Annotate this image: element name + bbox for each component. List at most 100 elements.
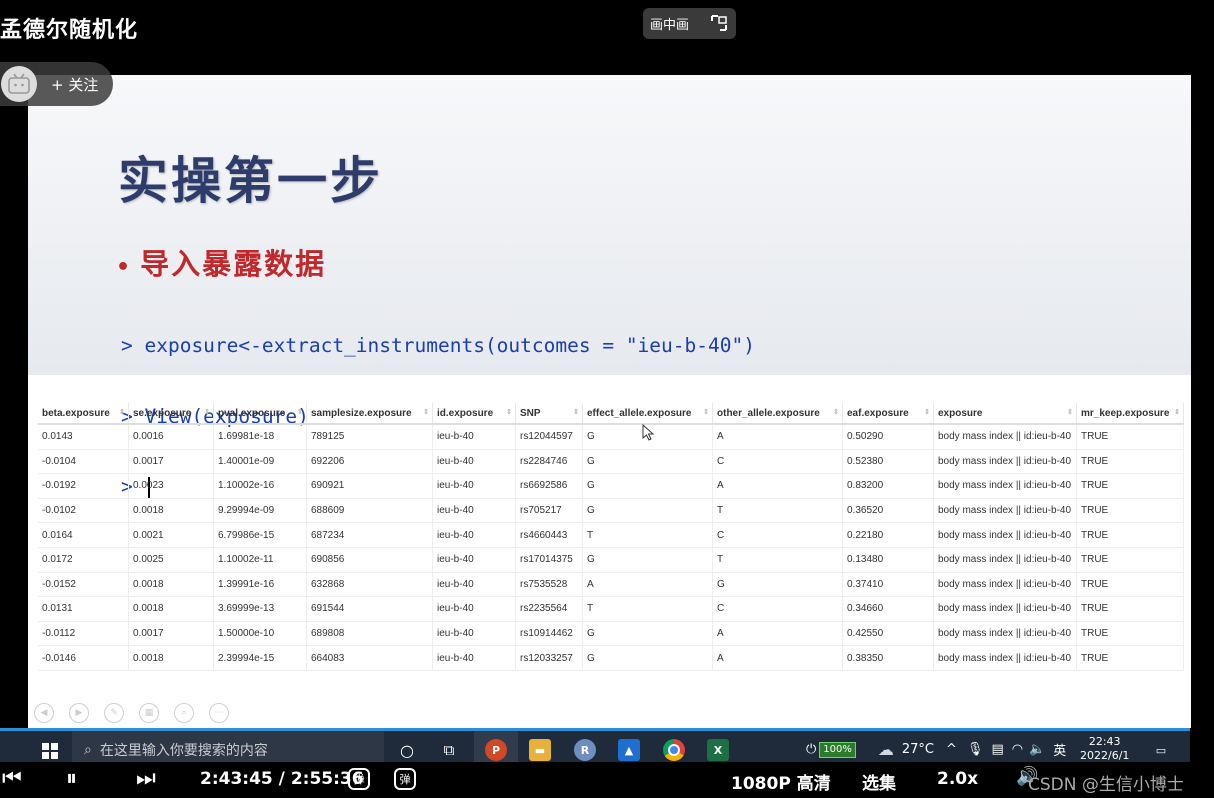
table-cell: ieu-b-40 (432, 522, 516, 548)
column-header[interactable]: samplesize.exposure ⇕ (306, 403, 433, 425)
column-header[interactable]: eaf.exposure ⇕ (842, 403, 934, 425)
zoom-icon[interactable]: ⌕ (174, 703, 194, 723)
column-header[interactable]: se.exposure ⇕ (128, 403, 214, 425)
notifications-icon[interactable]: ▭ (1150, 739, 1172, 761)
sort-arrows-icon[interactable]: ⇕ (1067, 408, 1073, 416)
volume-icon[interactable]: 🔈 (1029, 742, 1045, 757)
table-cell: T (712, 498, 843, 524)
table-cell: 0.0016 (128, 424, 214, 450)
table-cell: A (712, 645, 843, 671)
prev-slide-icon[interactable]: ◀ (34, 703, 54, 723)
excel-icon[interactable]: X (707, 739, 729, 761)
watermark: CSDN @生信小博士 (1028, 775, 1184, 795)
episodes-button[interactable]: 选集 (862, 769, 896, 794)
table-cell: ieu-b-40 (432, 645, 516, 671)
pen-icon[interactable]: ✎ (104, 703, 124, 723)
table-cell: body mass index || id:ieu-b-40 (933, 621, 1077, 647)
wifi-icon[interactable]: ◠ (1012, 742, 1023, 757)
sort-arrows-icon[interactable]: ⇕ (297, 408, 303, 416)
danmu-settings-icon[interactable]: 弹 (394, 768, 416, 790)
video-frame-slide[interactable]: 实操第一步 • 导入暴露数据 > exposure<-extract_instru… (28, 75, 1191, 728)
table-cell: ieu-b-40 (432, 547, 516, 573)
more-options-icon[interactable]: ⋯ (209, 703, 229, 723)
r-icon[interactable]: R (574, 739, 596, 761)
table-cell: 6.79986e-15 (213, 522, 307, 548)
table-cell: rs10914462 (515, 621, 583, 647)
next-episode-icon[interactable]: ⏭ (136, 766, 156, 791)
sort-arrows-icon[interactable]: ⇕ (833, 408, 839, 416)
table-cell: 664083 (306, 645, 433, 671)
follow-uploader-button[interactable]: + 关注 (0, 62, 113, 106)
ime-indicator[interactable]: 英 (1053, 740, 1066, 759)
table-cell: TRUE (1076, 596, 1184, 622)
table-cell: 0.22180 (842, 522, 934, 548)
picture-in-picture-button[interactable]: 画中画 (643, 8, 736, 39)
table-cell: ieu-b-40 (432, 473, 516, 499)
sort-arrows-icon[interactable]: ⇕ (703, 408, 709, 416)
table-cell: 687234 (306, 522, 433, 548)
table-cell: 0.0131 (38, 596, 129, 622)
table-cell: 0.0021 (128, 522, 214, 548)
column-header[interactable]: other_allele.exposure ⇕ (712, 403, 843, 425)
column-header[interactable]: beta.exposure ⇕ (38, 403, 129, 425)
avatar[interactable] (1, 66, 37, 102)
clock-time: 22:43 (1088, 735, 1121, 748)
tray-expand-icon[interactable]: ^ (946, 742, 957, 757)
task-view-icon[interactable]: ⧉ (438, 739, 460, 761)
quality-button[interactable]: 1080P 高清 (731, 769, 831, 794)
next-slide-icon[interactable]: ▶ (69, 703, 89, 723)
table-cell: 0.13480 (842, 547, 934, 573)
chrome-icon[interactable] (663, 739, 685, 761)
power-plug-icon[interactable]: ⏻ (806, 742, 816, 757)
column-header[interactable]: mr_keep.exposure ⇕ (1076, 403, 1184, 425)
table-cell: G (582, 621, 713, 647)
danmu-toggle-icon[interactable]: 弹 (348, 768, 370, 790)
weather-temp[interactable]: 27°C (902, 742, 934, 757)
taskbar-clock[interactable]: 22:43 2022/6/1 (1080, 735, 1129, 763)
file-explorer-icon[interactable]: ▬ (529, 739, 551, 761)
table-cell: rs12044597 (515, 424, 583, 450)
table-cell: TRUE (1076, 522, 1184, 548)
table-cell: -0.0192 (38, 473, 129, 499)
sort-arrows-icon[interactable]: ⇕ (924, 408, 930, 416)
microphone-icon[interactable]: 🎙 (967, 742, 984, 757)
cortana-icon[interactable]: ○ (396, 739, 418, 761)
pause-icon[interactable]: ⏸ (66, 766, 77, 791)
table-cell: G (582, 547, 713, 573)
table-cell: 0.0018 (128, 498, 214, 524)
column-header[interactable]: pval.exposure ⇕ (213, 403, 307, 425)
powerpoint-icon[interactable]: P (485, 739, 507, 761)
table-cell: rs2284746 (515, 449, 583, 475)
sort-arrows-icon[interactable]: ⇕ (119, 408, 125, 416)
table-cell: 1.10002e-16 (213, 473, 307, 499)
column-header[interactable]: effect_allele.exposure ⇕ (582, 403, 713, 425)
sort-arrows-icon[interactable]: ⇕ (204, 408, 210, 416)
slides-grid-icon[interactable]: ▦ (139, 703, 159, 723)
table-cell: rs6692586 (515, 473, 583, 499)
table-cell: ieu-b-40 (432, 572, 516, 598)
speed-button[interactable]: 2.0x (937, 769, 978, 789)
battery-indicator[interactable]: 100% (819, 741, 856, 758)
column-header[interactable]: id.exposure ⇕ (432, 403, 516, 425)
slide-bullet: • 导入暴露数据 (116, 241, 326, 283)
sort-arrows-icon[interactable]: ⇕ (506, 408, 512, 416)
table-cell: 0.0172 (38, 547, 129, 573)
skip-back-icon[interactable]: ⏮ (2, 766, 22, 791)
table-cell: ieu-b-40 (432, 621, 516, 647)
table-cell: rs17014375 (515, 547, 583, 573)
table-cell: G (712, 572, 843, 598)
network-icon[interactable]: ▤ (991, 742, 1003, 757)
sort-arrows-icon[interactable]: ⇕ (1174, 408, 1180, 416)
slide-title: 实操第一步 (118, 152, 383, 210)
column-header[interactable]: SNP ⇕ (515, 403, 583, 425)
sort-arrows-icon[interactable]: ⇕ (573, 408, 579, 416)
column-header-label: other_allele.exposure (717, 407, 820, 419)
windows-start-icon[interactable] (42, 743, 58, 759)
table-cell: C (712, 522, 843, 548)
search-placeholder: 在这里输入你要搜索的内容 (99, 742, 268, 759)
column-header[interactable]: exposure ⇕ (933, 403, 1077, 425)
column-header-label: id.exposure (437, 407, 494, 419)
sketch-app-icon[interactable]: ▲ (618, 739, 640, 761)
table-cell: A (712, 473, 843, 499)
sort-arrows-icon[interactable]: ⇕ (423, 408, 429, 416)
